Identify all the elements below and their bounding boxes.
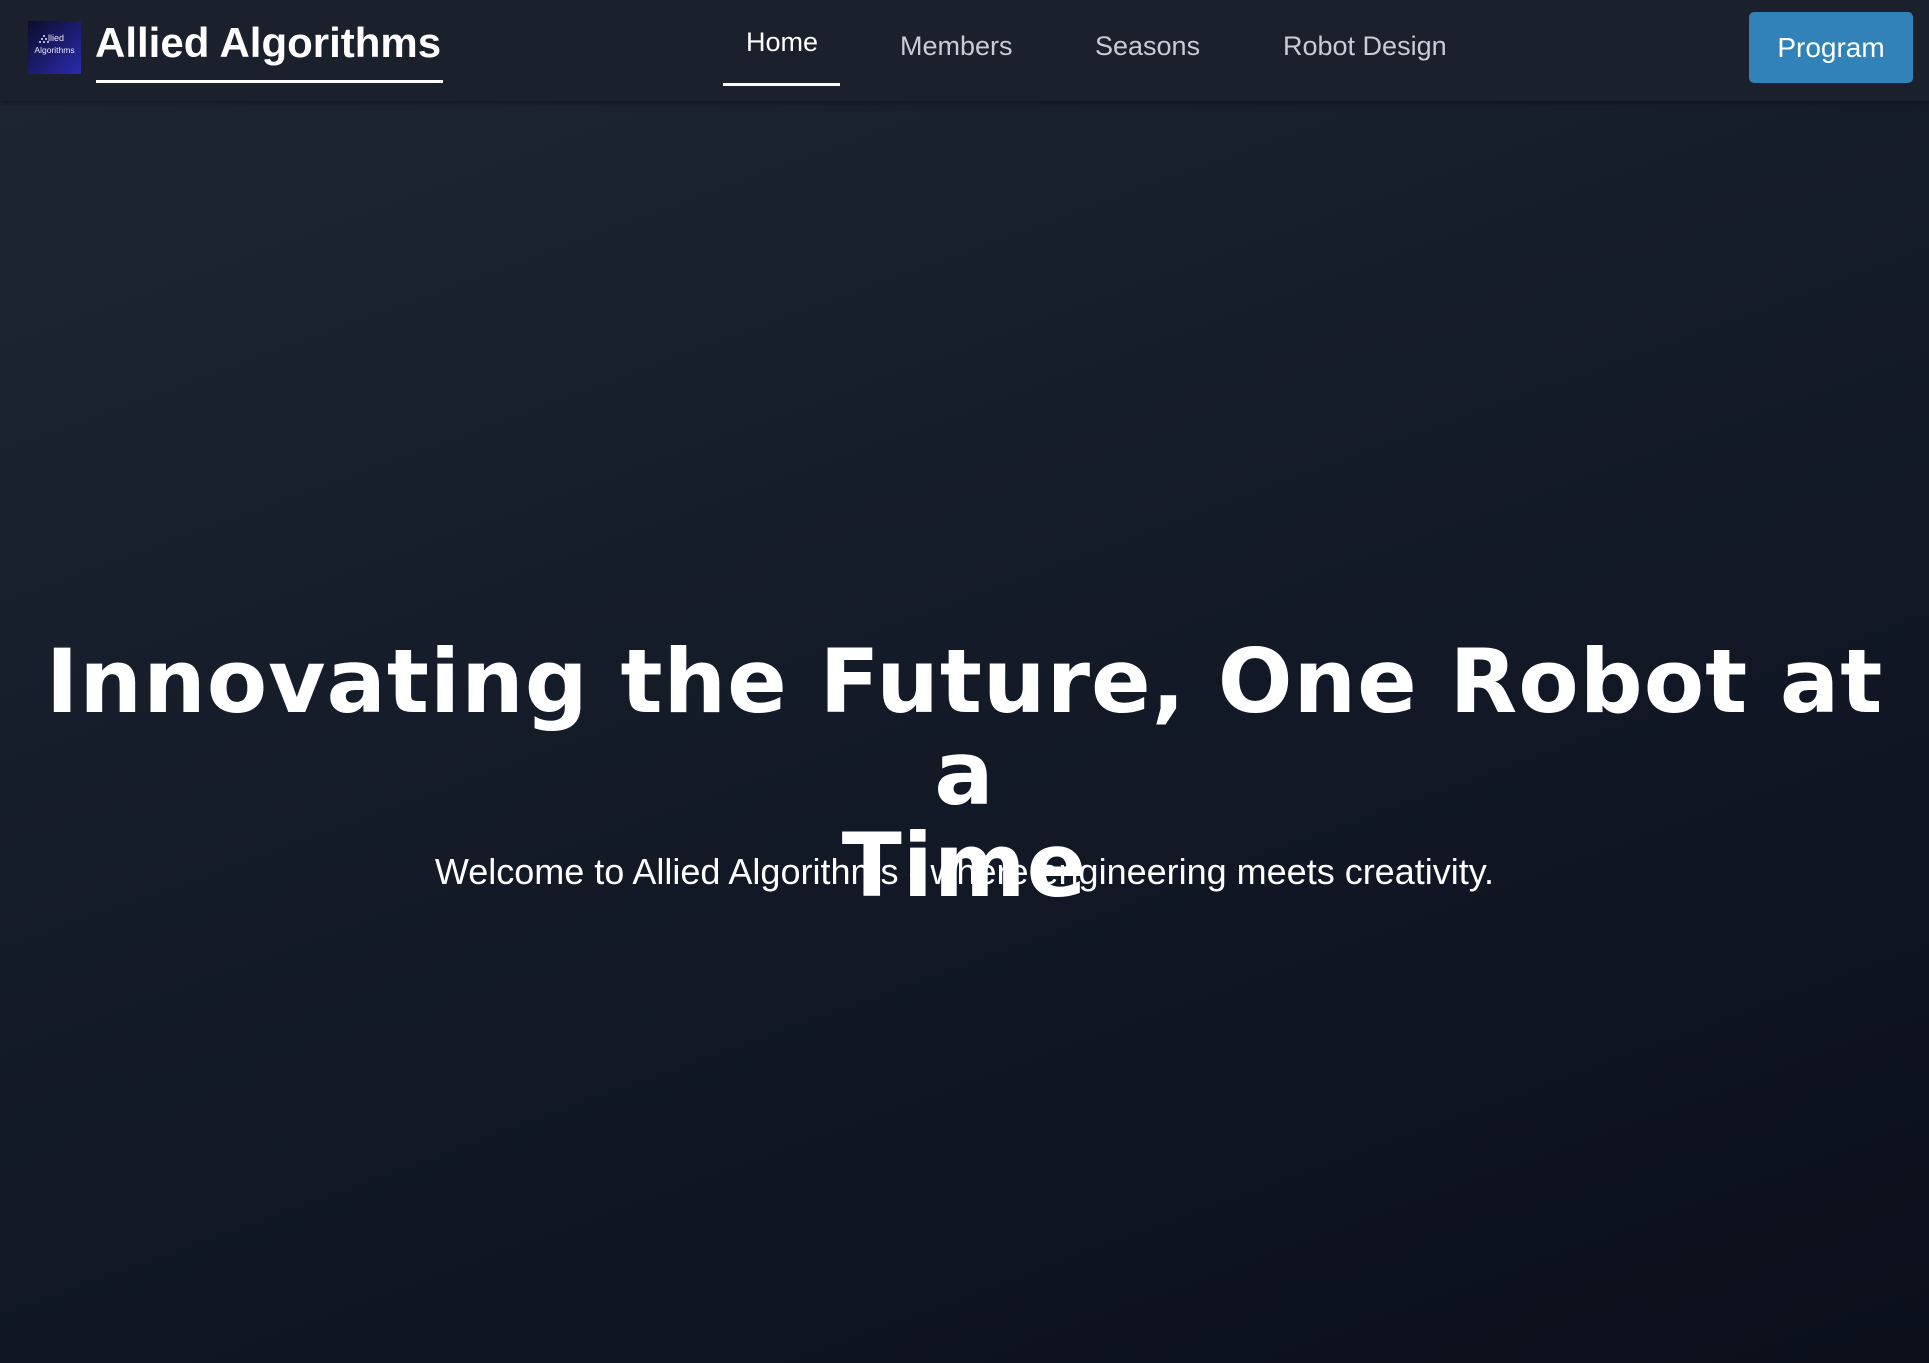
- logo-text-line1: llied: [48, 33, 65, 43]
- logo-text-line2: Algorithms: [34, 45, 75, 55]
- nav-link-home[interactable]: Home: [746, 22, 818, 62]
- hero-title-line1: Innovating the Future, One Robot at a: [45, 630, 1884, 825]
- team-logo[interactable]: llied Algorithms: [28, 21, 81, 74]
- hero-subtitle: Welcome to Allied Algorithms - where eng…: [434, 851, 1495, 892]
- brand-underline: [96, 80, 443, 83]
- hero-section: Innovating the Future, One Robot at a Ti…: [0, 101, 1929, 1363]
- nav-link-seasons[interactable]: Seasons: [1095, 26, 1200, 66]
- top-navbar: llied Algorithms Allied Algorithms Home …: [0, 0, 1929, 101]
- nav-active-indicator: [723, 83, 840, 86]
- nav-link-robot-design[interactable]: Robot Design: [1283, 26, 1447, 66]
- program-button[interactable]: Program: [1749, 12, 1913, 83]
- nav-link-members[interactable]: Members: [900, 26, 1013, 66]
- brand-title[interactable]: Allied Algorithms: [95, 18, 441, 68]
